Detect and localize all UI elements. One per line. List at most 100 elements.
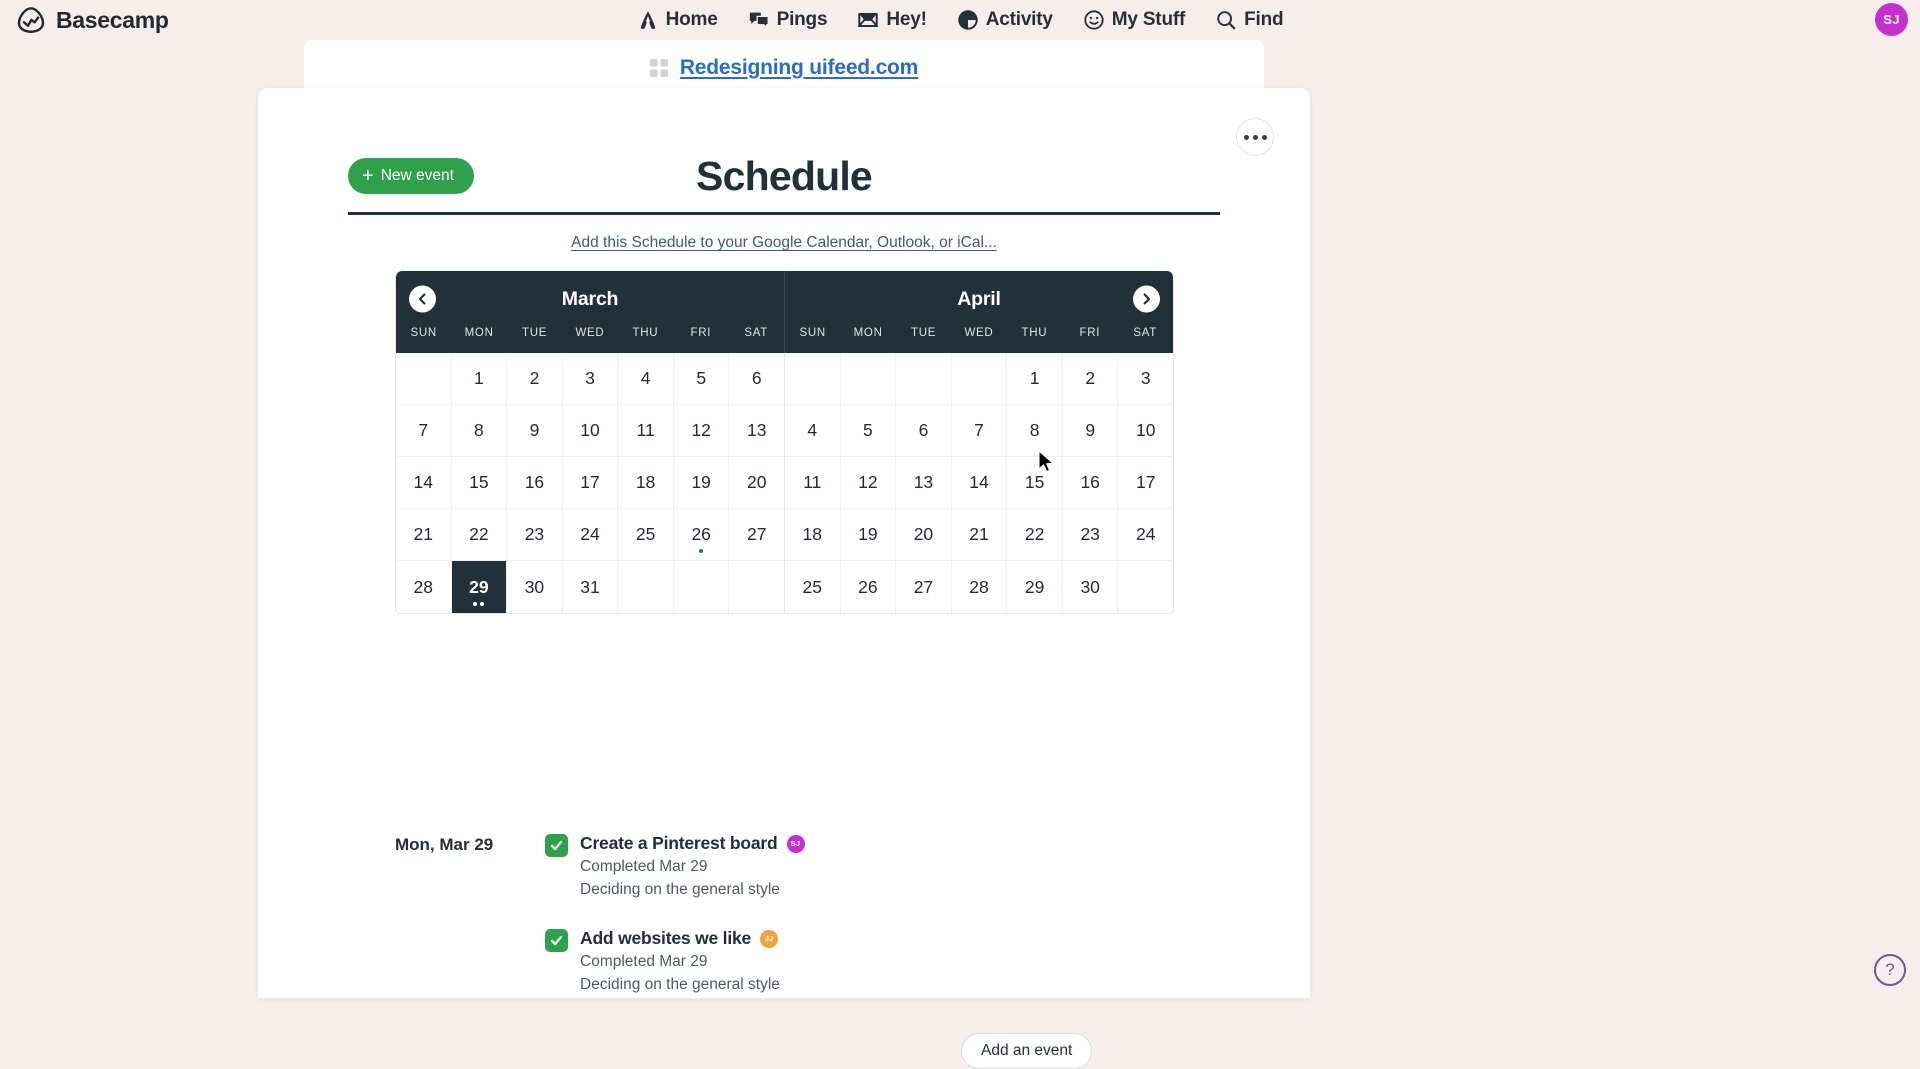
calendar-day-cell[interactable]: 13 [896, 457, 952, 509]
calendar-day-cell[interactable]: 21 [952, 509, 1008, 561]
nav-item-my-stuff[interactable]: My Stuff [1083, 9, 1185, 31]
calendar-day-cell[interactable]: 12 [841, 457, 897, 509]
calendar-day-cell[interactable]: 18 [785, 509, 841, 561]
event-assignee-avatar[interactable]: SJ [787, 835, 805, 853]
calendar-day-cell[interactable]: 26 [841, 561, 897, 613]
smiley-icon [1083, 9, 1105, 31]
calendar-day-empty [396, 353, 452, 405]
calendar-day-cell[interactable]: 28 [952, 561, 1008, 613]
calendar-day-cell[interactable]: 11 [785, 457, 841, 509]
calendar-day-cell[interactable]: 23 [1063, 509, 1119, 561]
calendar-day-cell[interactable]: 23 [507, 509, 563, 561]
event-assignee-avatar[interactable]: JJ [760, 930, 778, 948]
calendar-day-cell[interactable]: 29 [452, 561, 508, 613]
calendar-day-cell[interactable]: 13 [729, 405, 784, 457]
calendar-day-cell[interactable]: 19 [841, 509, 897, 561]
project-name-link[interactable]: Redesigning uifeed.com [680, 56, 918, 80]
calendar-day-cell[interactable]: 7 [952, 405, 1008, 457]
day-number: 11 [637, 420, 655, 441]
calendar-day-cell[interactable]: 6 [896, 405, 952, 457]
calendar-day-cell[interactable]: 4 [785, 405, 841, 457]
calendar-day-cell[interactable]: 1 [1007, 353, 1063, 405]
user-avatar[interactable]: SJ [1875, 3, 1908, 36]
new-event-button[interactable]: + New event [348, 158, 474, 194]
events-section: Mon, Mar 29 Create a Pinterest boardSJCo… [395, 833, 1195, 1024]
calendar-day-cell[interactable]: 8 [452, 405, 508, 457]
calendar-day-cell[interactable]: 9 [507, 405, 563, 457]
calendar-day-cell[interactable]: 20 [896, 509, 952, 561]
calendar-day-cell[interactable]: 16 [1063, 457, 1119, 509]
calendar-day-cell[interactable]: 22 [1007, 509, 1063, 561]
calendar-day-cell[interactable]: 3 [1118, 353, 1173, 405]
nav-item-hey[interactable]: Hey! [857, 9, 926, 31]
calendar-day-cell[interactable]: 22 [452, 509, 508, 561]
calendar-day-cell[interactable]: 5 [674, 353, 730, 405]
calendar-day-cell[interactable]: 27 [896, 561, 952, 613]
more-options-button[interactable] [1236, 118, 1274, 156]
calendar-day-cell[interactable]: 1 [452, 353, 508, 405]
calendar-day-cell[interactable]: 14 [396, 457, 452, 509]
nav-item-pings[interactable]: Pings [748, 9, 828, 31]
calendar-day-cell[interactable]: 24 [563, 509, 619, 561]
calendar-day-cell[interactable]: 10 [563, 405, 619, 457]
day-number: 13 [747, 420, 766, 441]
calendar-day-cell[interactable]: 15 [1007, 457, 1063, 509]
event-title[interactable]: Add websites we like [580, 928, 751, 949]
calendar-day-cell[interactable]: 5 [841, 405, 897, 457]
basecamp-logo-icon [16, 5, 46, 35]
calendar-day-cell[interactable]: 28 [396, 561, 452, 613]
calendar-day-cell[interactable]: 30 [507, 561, 563, 613]
calendar-day-cell[interactable]: 29 [1007, 561, 1063, 613]
day-number: 23 [525, 524, 544, 545]
calendar-day-cell[interactable]: 6 [729, 353, 784, 405]
nav-item-activity[interactable]: Activity [957, 9, 1053, 31]
calendar-subscribe-link[interactable]: Add this Schedule to your Google Calenda… [571, 234, 997, 251]
next-month-button[interactable] [1133, 286, 1160, 313]
calendar-day-cell[interactable]: 30 [1063, 561, 1119, 613]
calendar-day-cell[interactable]: 17 [1118, 457, 1173, 509]
basecamp-logo-brand[interactable]: Basecamp [16, 5, 169, 35]
calendar-day-cell[interactable]: 15 [452, 457, 508, 509]
completed-checkbox[interactable] [545, 834, 568, 857]
calendar-day-cell[interactable]: 17 [563, 457, 619, 509]
calendar-day-cell[interactable]: 25 [618, 509, 674, 561]
day-number: 26 [858, 577, 877, 598]
calendar-month-header-left: March [396, 271, 784, 327]
month-grid-march: 1234567891011121314151617181920212223242… [396, 353, 784, 613]
calendar-day-cell[interactable]: 26 [674, 509, 730, 561]
nav-item-find[interactable]: Find [1215, 9, 1283, 31]
day-number: 3 [585, 368, 595, 389]
previous-month-button[interactable] [409, 286, 436, 313]
calendar-day-cell[interactable]: 8 [1007, 405, 1063, 457]
calendar-day-cell[interactable]: 4 [618, 353, 674, 405]
calendar-day-cell[interactable]: 12 [674, 405, 730, 457]
completed-checkbox[interactable] [545, 929, 568, 952]
calendar-day-cell[interactable]: 25 [785, 561, 841, 613]
calendar-day-cell[interactable]: 19 [674, 457, 730, 509]
add-an-event-button[interactable]: Add an event [961, 1033, 1092, 1069]
help-button[interactable]: ? [1874, 954, 1906, 986]
calendar-day-cell[interactable]: 7 [396, 405, 452, 457]
calendar-day-cell[interactable]: 3 [563, 353, 619, 405]
calendar-day-cell[interactable]: 16 [507, 457, 563, 509]
calendar-day-cell[interactable]: 10 [1118, 405, 1173, 457]
calendar-day-cell[interactable]: 31 [563, 561, 619, 613]
calendar-day-cell[interactable]: 2 [507, 353, 563, 405]
calendar-week-row: 12 3 456 [396, 353, 784, 405]
event-dot [473, 602, 477, 606]
calendar-day-cell[interactable]: 14 [952, 457, 1008, 509]
chevron-left-icon [416, 293, 429, 306]
calendar-day-cell[interactable]: 18 [618, 457, 674, 509]
calendar-day-cell[interactable]: 9 [1063, 405, 1119, 457]
calendar-day-cell[interactable]: 27 [729, 509, 784, 561]
event-title[interactable]: Create a Pinterest board [580, 833, 778, 854]
nav-item-home[interactable]: Home [637, 9, 718, 31]
nav-label: Find [1244, 9, 1283, 31]
calendar-day-cell[interactable]: 2 [1063, 353, 1119, 405]
day-number: 18 [803, 524, 822, 545]
day-number: 16 [525, 472, 544, 493]
calendar-day-cell[interactable]: 24 [1118, 509, 1173, 561]
calendar-day-cell[interactable]: 21 [396, 509, 452, 561]
calendar-day-cell[interactable]: 11 [618, 405, 674, 457]
calendar-day-cell[interactable]: 20 [729, 457, 784, 509]
